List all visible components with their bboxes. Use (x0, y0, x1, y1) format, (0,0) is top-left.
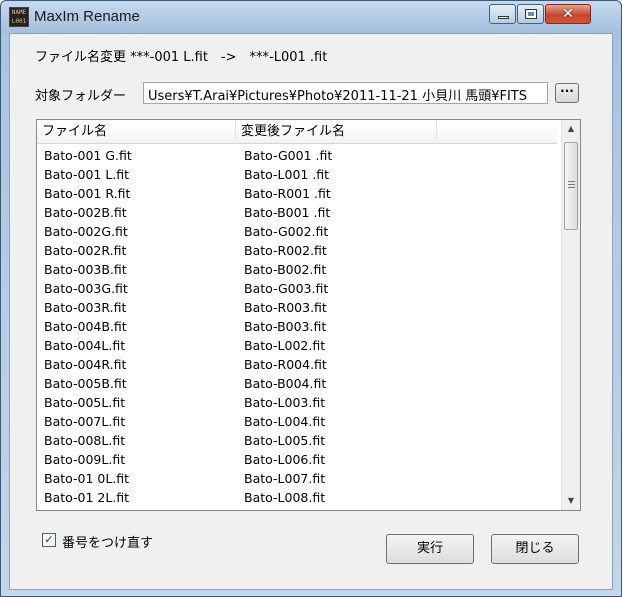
list-item[interactable]: Bato-005L.fit Bato-L003.fit (37, 393, 557, 412)
original-filename: Bato-007L.fit (44, 414, 126, 429)
list-item[interactable]: Bato-003B.fit Bato-B002.fit (37, 260, 557, 279)
column-header-filename[interactable]: ファイル名 (37, 120, 236, 144)
dialog-body: ファイル名変更 ***-001 L.fit -> ***-L001 .fit 対… (9, 33, 613, 590)
list-item[interactable]: Bato-004B.fit Bato-B003.fit (37, 317, 557, 336)
scroll-down-icon[interactable]: ▼ (562, 492, 580, 510)
original-filename: Bato-002R.fit (44, 243, 127, 258)
execute-button[interactable]: 実行 (386, 534, 474, 564)
file-list[interactable]: ファイル名 変更後ファイル名 Bato-001 G.fit Bato-G001 .… (36, 119, 581, 511)
original-filename: Bato-005B.fit (44, 376, 127, 391)
list-item[interactable]: Bato-008L.fit Bato-L005.fit (37, 431, 557, 450)
file-list-rows: Bato-001 G.fit Bato-G001 .fit Bato-001 L.f… (37, 146, 557, 507)
list-item[interactable]: Bato-002B.fit Bato-B001 .fit (37, 203, 557, 222)
original-filename: Bato-01 2L.fit (44, 490, 130, 505)
new-filename: Bato-B002.fit (244, 262, 327, 277)
original-filename: Bato-008L.fit (44, 433, 126, 448)
new-filename: Bato-B003.fit (244, 319, 327, 334)
minimize-button[interactable] (489, 4, 516, 24)
title-bar[interactable]: NAME L001 MaxIm Rename ✕ (1, 1, 621, 33)
list-item[interactable]: Bato-003R.fit Bato-R003.fit (37, 298, 557, 317)
renumber-label: 番号をつけ直す (62, 536, 154, 551)
browse-folder-button[interactable]: ··· (555, 83, 579, 103)
grip-line (568, 184, 575, 185)
close-window-button[interactable]: ✕ (545, 4, 591, 24)
maximize-icon (525, 9, 537, 19)
list-item[interactable]: Bato-009L.fit Bato-L006.fit (37, 450, 557, 469)
original-filename: Bato-009L.fit (44, 452, 126, 467)
new-filename: Bato-L002.fit (244, 338, 326, 353)
new-filename: Bato-L006.fit (244, 452, 326, 467)
original-filename: Bato-005L.fit (44, 395, 126, 410)
column-header-filler (437, 120, 557, 144)
target-folder-field[interactable]: Users¥T.Arai¥Pictures¥Photo¥2011-11-21 小… (143, 82, 548, 104)
new-filename: Bato-B004.fit (244, 376, 327, 391)
original-filename: Bato-01 0L.fit (44, 471, 130, 486)
new-filename: Bato-L005.fit (244, 433, 326, 448)
maximize-button[interactable] (517, 4, 544, 24)
list-item[interactable]: Bato-001 G.fit Bato-G001 .fit (37, 146, 557, 165)
vertical-scrollbar[interactable]: ▲ ▼ (561, 120, 580, 510)
new-filename: Bato-L004.fit (244, 414, 326, 429)
list-item[interactable]: Bato-001 L.fit Bato-L001 .fit (37, 165, 557, 184)
original-filename: Bato-003B.fit (44, 262, 127, 277)
original-filename: Bato-001 G.fit (44, 148, 132, 163)
file-list-header: ファイル名 変更後ファイル名 (37, 120, 557, 144)
close-icon: ✕ (562, 6, 574, 22)
new-filename: Bato-G001 .fit (244, 148, 333, 163)
original-filename: Bato-001 L.fit (44, 167, 130, 182)
target-folder-label: 対象フォルダー (35, 89, 127, 104)
column-header-new-filename[interactable]: 変更後ファイル名 (236, 120, 437, 144)
scroll-thumb[interactable] (564, 142, 578, 230)
original-filename: Bato-004L.fit (44, 338, 126, 353)
new-filename: Bato-R002.fit (244, 243, 327, 258)
new-filename: Bato-R004.fit (244, 357, 327, 372)
new-filename: Bato-L001 .fit (244, 167, 330, 182)
new-filename: Bato-R003.fit (244, 300, 327, 315)
maxim-rename-window: NAME L001 MaxIm Rename ✕ ファイル名変更 ***-001… (0, 0, 622, 597)
list-item[interactable]: Bato-002G.fit Bato-G002.fit (37, 222, 557, 241)
new-filename: Bato-B001 .fit (244, 205, 331, 220)
list-item[interactable]: Bato-007L.fit Bato-L004.fit (37, 412, 557, 431)
original-filename: Bato-001 R.fit (44, 186, 131, 201)
close-button[interactable]: 閉じる (491, 534, 579, 564)
original-filename: Bato-004R.fit (44, 357, 127, 372)
renumber-checkbox[interactable]: ✓ (42, 533, 56, 547)
list-item[interactable]: Bato-003G.fit Bato-G003.fit (37, 279, 557, 298)
grip-line (568, 187, 575, 188)
new-filename: Bato-L008.fit (244, 490, 326, 505)
new-filename: Bato-L003.fit (244, 395, 326, 410)
window-title: MaxIm Rename (34, 8, 140, 25)
original-filename: Bato-002B.fit (44, 205, 127, 220)
list-item[interactable]: Bato-001 R.fit Bato-R001 .fit (37, 184, 557, 203)
new-filename: Bato-R001 .fit (244, 186, 331, 201)
list-item[interactable]: Bato-005B.fit Bato-B004.fit (37, 374, 557, 393)
list-item[interactable]: Bato-004L.fit Bato-L002.fit (37, 336, 557, 355)
original-filename: Bato-003G.fit (44, 281, 128, 296)
list-item[interactable]: Bato-004R.fit Bato-R004.fit (37, 355, 557, 374)
scroll-up-icon[interactable]: ▲ (562, 120, 580, 138)
minimize-icon (498, 16, 509, 19)
new-filename: Bato-L007.fit (244, 471, 326, 486)
app-icon: NAME L001 (9, 7, 29, 27)
list-item[interactable]: Bato-002R.fit Bato-R002.fit (37, 241, 557, 260)
list-item[interactable]: Bato-01 0L.fit Bato-L007.fit (37, 469, 557, 488)
rename-rule-text: ファイル名変更 ***-001 L.fit -> ***-L001 .fit (35, 50, 328, 65)
original-filename: Bato-003R.fit (44, 300, 127, 315)
new-filename: Bato-G003.fit (244, 281, 329, 296)
original-filename: Bato-002G.fit (44, 224, 128, 239)
original-filename: Bato-004B.fit (44, 319, 127, 334)
list-item[interactable]: Bato-01 2L.fit Bato-L008.fit (37, 488, 557, 507)
grip-line (568, 181, 575, 182)
new-filename: Bato-G002.fit (244, 224, 329, 239)
